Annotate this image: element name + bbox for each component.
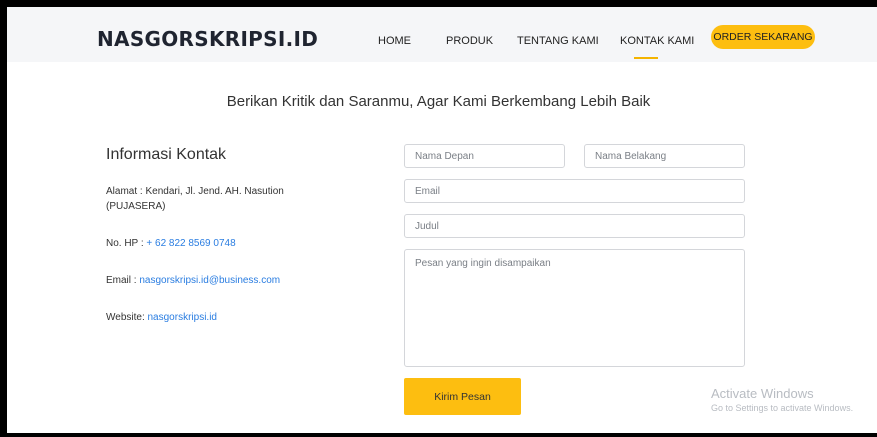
first-name-input[interactable] (404, 144, 565, 168)
email-link[interactable]: nasgorskripsi.id@business.com (139, 275, 280, 286)
order-now-button[interactable]: ORDER SEKARANG (711, 25, 815, 49)
email-label: Email : (106, 275, 140, 286)
nav-kontak-kami[interactable]: KONTAK KAMI (620, 35, 694, 47)
contact-info-title: Informasi Kontak (106, 146, 227, 163)
website-label: Website: (106, 312, 148, 323)
subject-input[interactable] (404, 214, 745, 238)
nav-produk[interactable]: PRODUK (446, 35, 493, 47)
email-text: Email : nasgorskripsi.id@business.com (106, 273, 280, 288)
navbar: NASGORSKRIPSI.ID HOME PRODUK TENTANG KAM… (7, 7, 877, 62)
screen-border-bottom (0, 433, 877, 437)
page-heading: Berikan Kritik dan Saranmu, Agar Kami Be… (226, 93, 651, 110)
phone-label: No. HP : (106, 238, 147, 249)
message-textarea[interactable] (404, 249, 745, 367)
website-link[interactable]: nasgorskripsi.id (148, 312, 217, 323)
screen-border-top (0, 0, 877, 7)
last-name-input[interactable] (584, 144, 745, 168)
nav-home[interactable]: HOME (378, 35, 411, 47)
address-line-2: (PUJASERA) (106, 201, 166, 212)
submit-button[interactable]: Kirim Pesan (404, 378, 521, 415)
brand-logo[interactable]: NASGORSKRIPSI.ID (97, 27, 318, 51)
email-input[interactable] (404, 179, 745, 203)
address-text: Alamat : Kendari, Jl. Jend. AH. Nasution… (106, 184, 284, 214)
website-text: Website: nasgorskripsi.id (106, 310, 217, 325)
address-line-1: Alamat : Kendari, Jl. Jend. AH. Nasution (106, 186, 284, 197)
activate-windows-subtitle: Go to Settings to activate Windows. (711, 403, 854, 413)
phone-text: No. HP : + 62 822 8569 0748 (106, 236, 236, 251)
nav-tentang-kami[interactable]: TENTANG KAMI (517, 35, 599, 47)
nav-active-indicator (634, 57, 658, 59)
screen-border-left (0, 0, 7, 437)
phone-link[interactable]: + 62 822 8569 0748 (146, 238, 235, 249)
activate-windows-title: Activate Windows (711, 386, 814, 401)
